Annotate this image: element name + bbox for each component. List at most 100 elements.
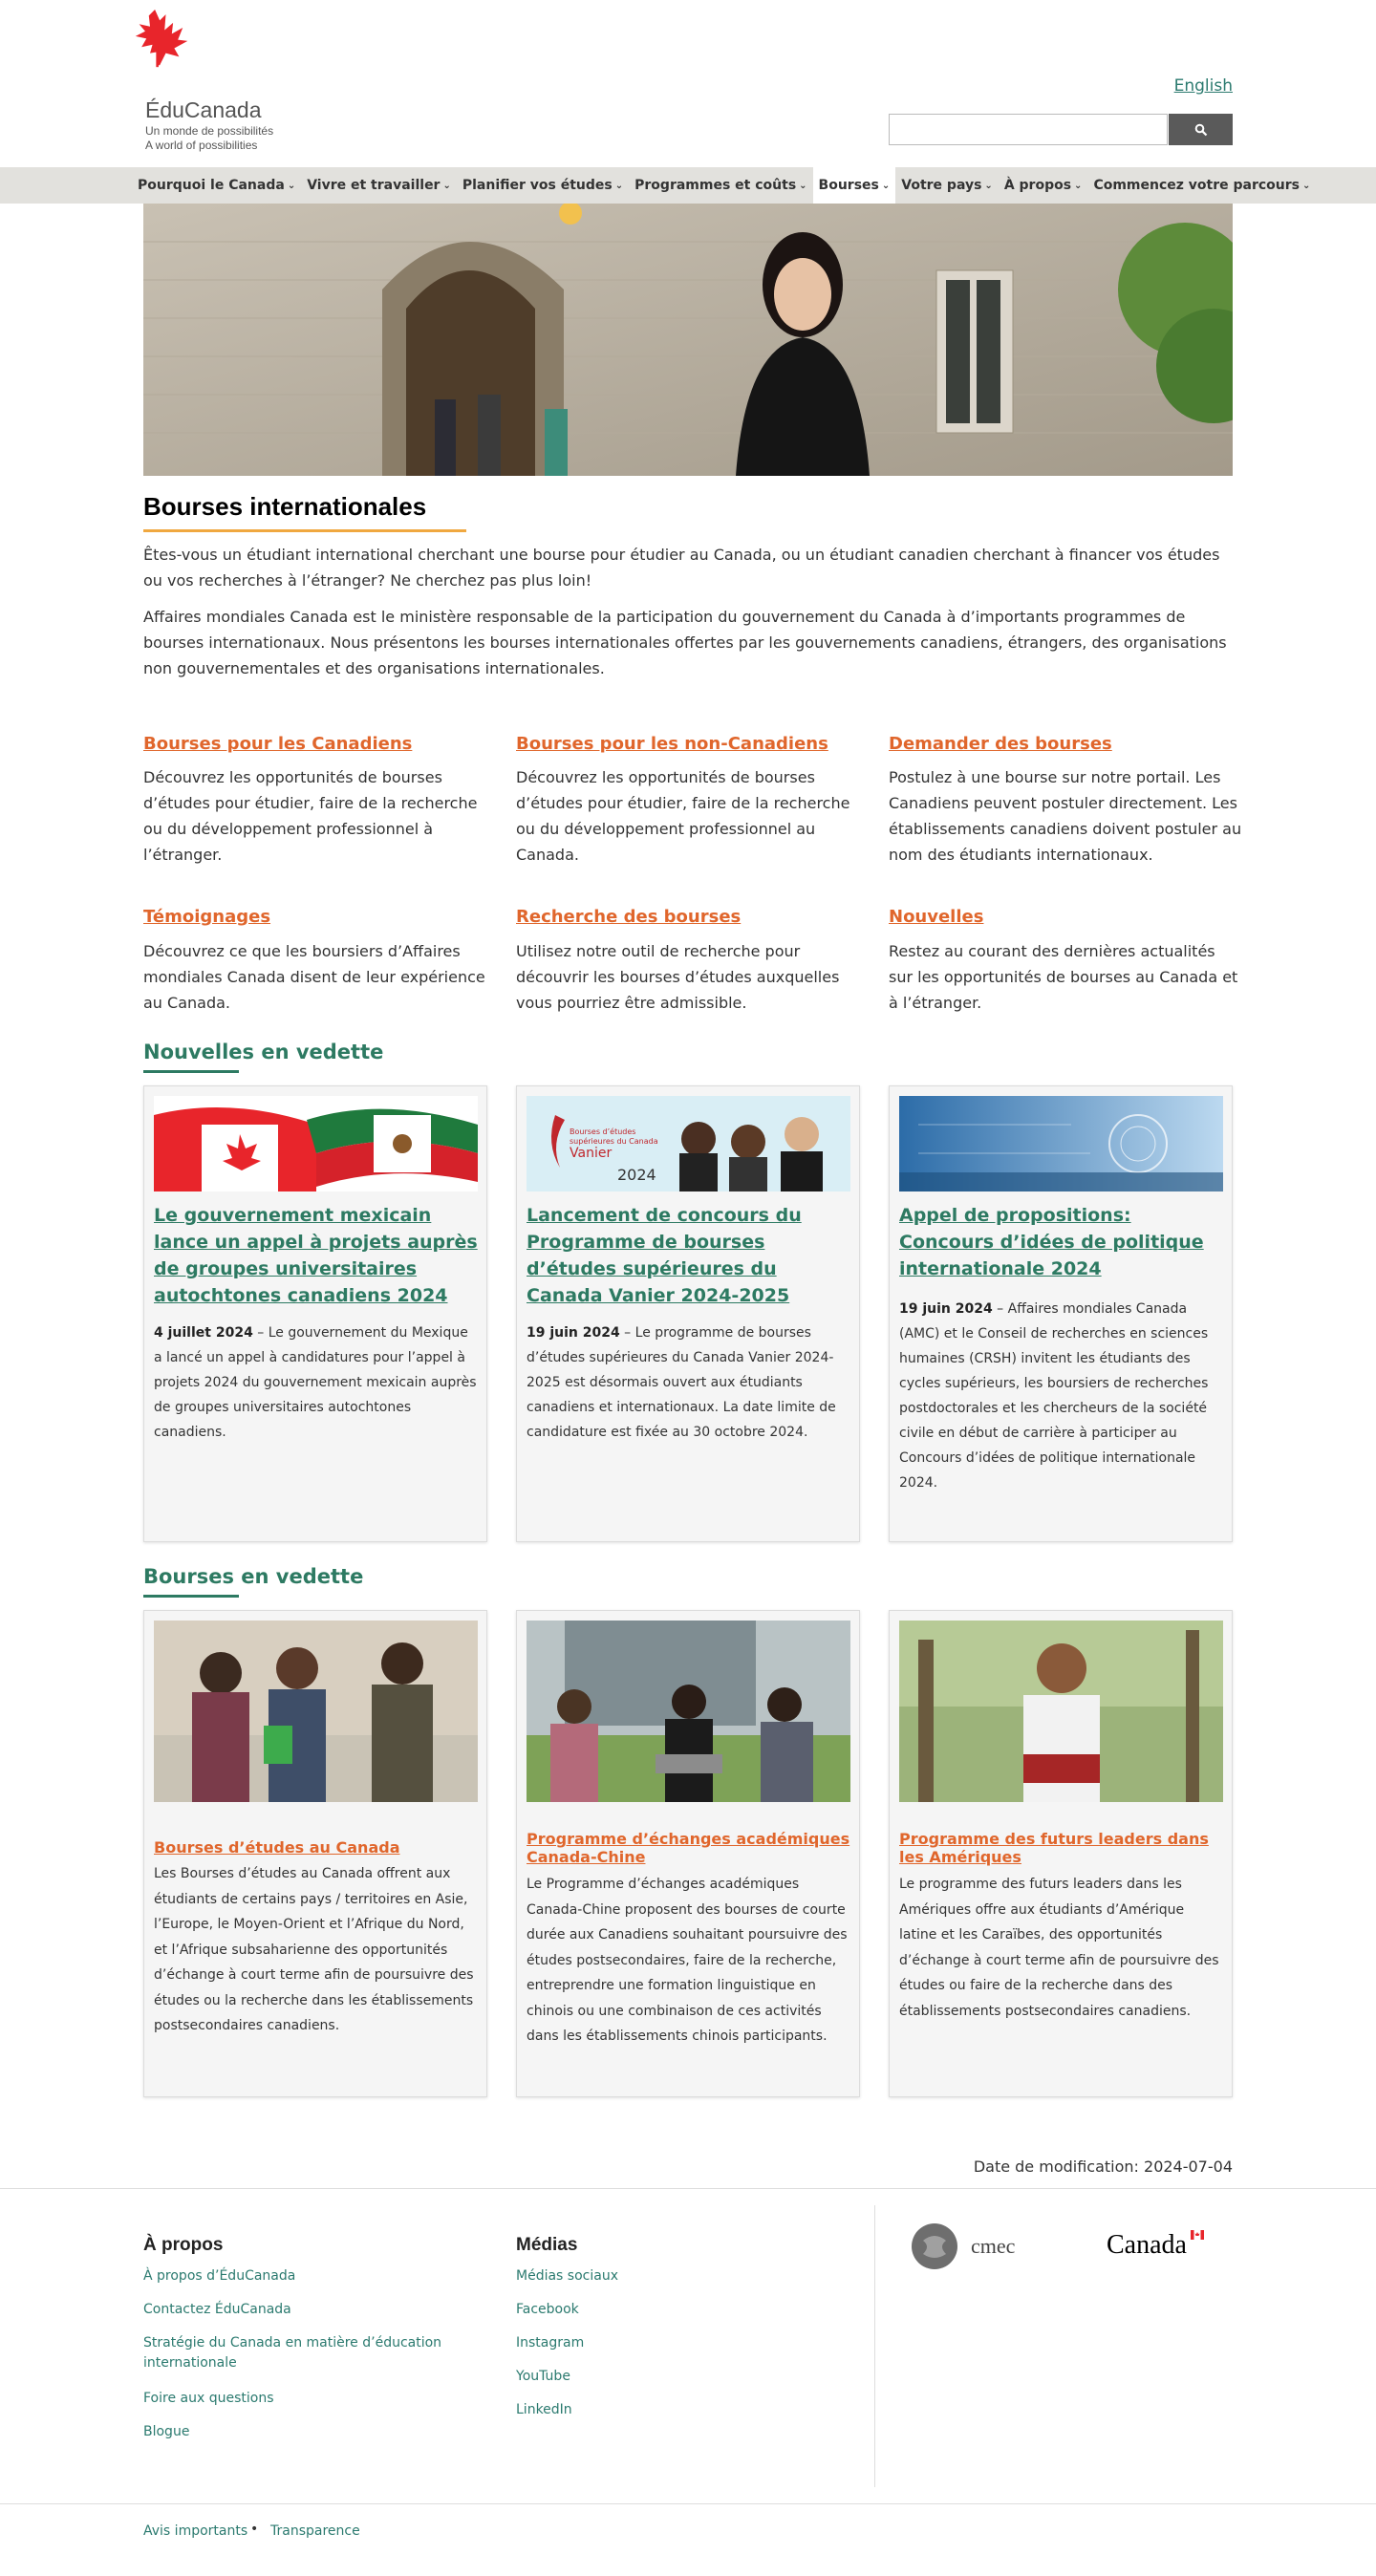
legal-link-transparency[interactable]: Transparence bbox=[270, 2523, 360, 2539]
nav-item-a-propos[interactable]: À propos ⌄ bbox=[999, 167, 1088, 204]
news-image-tech bbox=[899, 1096, 1223, 1191]
legal-link-notices[interactable]: Avis importants bbox=[143, 2523, 247, 2539]
link-block-desc: Découvrez les opportunités de bourses d’… bbox=[143, 768, 478, 864]
scholarships-section-heading: Bourses en vedette bbox=[143, 1565, 364, 1588]
scholarship-title-link[interactable]: Programme des futurs leaders dans les Am… bbox=[899, 1830, 1224, 1866]
chevron-down-icon: ⌄ bbox=[287, 180, 296, 191]
chevron-down-icon: ⌄ bbox=[1074, 180, 1083, 191]
footer-link-instagram[interactable]: Instagram bbox=[516, 2333, 584, 2353]
news-summary: – Affaires mondiales Canada (AMC) et le … bbox=[899, 1301, 1209, 1491]
news-section-heading: Nouvelles en vedette bbox=[143, 1041, 384, 1063]
news-summary: – Le gouvernement du Mexique a lancé un … bbox=[154, 1325, 477, 1440]
nav-label: Commencez votre parcours bbox=[1093, 178, 1300, 193]
nav-label: Planifier vos études bbox=[462, 178, 613, 193]
scholarship-card: Programme d’échanges académiques Canada-… bbox=[516, 1610, 860, 2097]
scholarship-title-link[interactable]: Bourses d’études au Canada bbox=[154, 1838, 479, 1857]
scholarship-title-link[interactable]: Programme d’échanges académiques Canada-… bbox=[527, 1830, 851, 1866]
scholarship-image-campus bbox=[527, 1621, 850, 1802]
nav-label: Programmes et coûts bbox=[634, 178, 797, 193]
footer-link-linkedin[interactable]: LinkedIn bbox=[516, 2400, 572, 2420]
main-nav: Pourquoi le Canada ⌄ Vivre et travailler ⌄… bbox=[0, 167, 1376, 204]
language-toggle-link[interactable]: English bbox=[1174, 76, 1233, 96]
news-title-link[interactable]: Le gouvernement mexicain lance un appel … bbox=[154, 1202, 479, 1309]
footer-vertical-divider bbox=[874, 2205, 875, 2487]
vanier-year: 2024 bbox=[617, 1166, 656, 1184]
footer-link-blog[interactable]: Blogue bbox=[143, 2422, 189, 2442]
footer-link-strategy[interactable]: Stratégie du Canada en matière d’éducati… bbox=[143, 2333, 468, 2373]
cmec-logo[interactable]: cmec bbox=[910, 2222, 1034, 2271]
scholarship-image-student-book bbox=[899, 1621, 1223, 1802]
nav-item-planifier-vos-etudes[interactable]: Planifier vos études ⌄ bbox=[457, 167, 629, 204]
link-temoignages[interactable]: Témoignages bbox=[143, 907, 270, 927]
site-header: ÉduCanada Un monde de possibilités A wor… bbox=[0, 0, 1376, 167]
link-bourses-canadiens[interactable]: Bourses pour les Canadiens bbox=[143, 734, 412, 754]
nav-label: Bourses bbox=[818, 178, 879, 193]
canada-flag-icon bbox=[1191, 2230, 1204, 2240]
link-nouvelles[interactable]: Nouvelles bbox=[889, 907, 983, 927]
vanier-line2: supérieures du Canada bbox=[570, 1136, 658, 1146]
news-card: Bourses d’études supérieures du Canada V… bbox=[516, 1085, 860, 1542]
news-card: Le gouvernement mexicain lance un appel … bbox=[143, 1085, 487, 1542]
scholarship-text: Le programme des futurs leaders dans les… bbox=[899, 1877, 1219, 2019]
search-icon bbox=[1194, 123, 1207, 136]
nav-label: Vivre et travailler bbox=[307, 178, 441, 193]
footer-link-faq[interactable]: Foire aux questions bbox=[143, 2389, 274, 2409]
footer-link-social-media[interactable]: Médias sociaux bbox=[516, 2266, 618, 2286]
nav-item-programmes-et-couts[interactable]: Programmes et coûts ⌄ bbox=[629, 167, 812, 204]
news-text: 19 juin 2024 – Le programme de bourses d… bbox=[527, 1320, 851, 1445]
link-recherche-bourses[interactable]: Recherche des bourses bbox=[516, 907, 741, 927]
title-underline bbox=[143, 529, 466, 532]
page-title: Bourses internationales bbox=[143, 492, 427, 521]
search-input[interactable] bbox=[889, 114, 1168, 145]
section-underline bbox=[143, 1595, 239, 1598]
maple-leaf-logo-icon[interactable] bbox=[122, 10, 227, 100]
footer-media-heading: Médias bbox=[516, 2235, 578, 2255]
logo-tagline-en: A world of possibilities bbox=[145, 139, 258, 152]
link-block-desc: Postulez à une bourse sur notre portail.… bbox=[889, 768, 1242, 864]
footer-link-youtube[interactable]: YouTube bbox=[516, 2367, 570, 2387]
link-block-desc: Découvrez les opportunités de bourses d’… bbox=[516, 768, 850, 864]
nav-item-votre-pays[interactable]: Votre pays ⌄ bbox=[895, 167, 999, 204]
chevron-down-icon: ⌄ bbox=[1302, 180, 1311, 191]
search-button[interactable] bbox=[1169, 114, 1233, 145]
link-block-desc: Restez au courant des dernières actualit… bbox=[889, 942, 1238, 1012]
news-summary: – Le programme de bourses d’études supér… bbox=[527, 1325, 836, 1440]
canada-wordmark-text: Canada bbox=[1107, 2230, 1187, 2260]
scholarship-image-students bbox=[154, 1621, 478, 1802]
link-bourses-non-canadiens[interactable]: Bourses pour les non-Canadiens bbox=[516, 734, 828, 754]
cmec-logo-icon bbox=[912, 2223, 957, 2269]
news-title-link[interactable]: Appel de propositions: Concours d’idées … bbox=[899, 1202, 1224, 1282]
footer-link-about-educanada[interactable]: À propos d’ÉduCanada bbox=[143, 2266, 295, 2286]
news-text: 4 juillet 2024 – Le gouvernement du Mexi… bbox=[154, 1320, 479, 1445]
hero-image bbox=[143, 204, 1233, 476]
logo-tagline-fr: Un monde de possibilités bbox=[145, 124, 274, 138]
chevron-down-icon: ⌄ bbox=[799, 180, 807, 191]
news-date: 19 juin 2024 bbox=[527, 1325, 620, 1341]
link-demander-bourses[interactable]: Demander des bourses bbox=[889, 734, 1112, 754]
news-date: 4 juillet 2024 bbox=[154, 1325, 253, 1341]
chevron-down-icon: ⌄ bbox=[614, 180, 624, 191]
logo-name: ÉduCanada bbox=[145, 97, 262, 122]
nav-item-commencez-votre-parcours[interactable]: Commencez votre parcours ⌄ bbox=[1087, 167, 1316, 204]
footer-divider bbox=[0, 2188, 1376, 2189]
footer-bottom-divider bbox=[0, 2503, 1376, 2504]
footer-link-facebook[interactable]: Facebook bbox=[516, 2300, 579, 2320]
chevron-down-icon: ⌄ bbox=[984, 180, 993, 191]
link-block-desc: Utilisez notre outil de recherche pour d… bbox=[516, 942, 840, 1012]
news-image-vanier: Bourses d’études supérieures du Canada V… bbox=[527, 1096, 850, 1191]
news-title-link[interactable]: Lancement de concours du Programme de bo… bbox=[527, 1202, 851, 1309]
news-date: 19 juin 2024 bbox=[899, 1301, 993, 1317]
vanier-line3: Vanier bbox=[570, 1146, 612, 1161]
scholarship-text: Les Bourses d’études au Canada offrent a… bbox=[154, 1866, 474, 2033]
vanier-line1: Bourses d’études bbox=[570, 1127, 635, 1136]
section-underline bbox=[143, 1070, 239, 1073]
news-image-flags bbox=[154, 1096, 478, 1191]
link-block-desc: Découvrez ce que les boursiers d’Affaire… bbox=[143, 942, 485, 1012]
canada-wordmark[interactable]: Canada bbox=[1107, 2226, 1207, 2265]
chevron-down-icon: ⌄ bbox=[442, 180, 451, 191]
nav-item-vivre-et-travailler[interactable]: Vivre et travailler ⌄ bbox=[301, 167, 457, 204]
footer-link-contact[interactable]: Contactez ÉduCanada bbox=[143, 2300, 291, 2320]
nav-item-pourquoi-le-canada[interactable]: Pourquoi le Canada ⌄ bbox=[132, 167, 301, 204]
nav-item-bourses[interactable]: Bourses ⌄ bbox=[812, 167, 896, 204]
footer-about-heading: À propos bbox=[143, 2235, 224, 2255]
